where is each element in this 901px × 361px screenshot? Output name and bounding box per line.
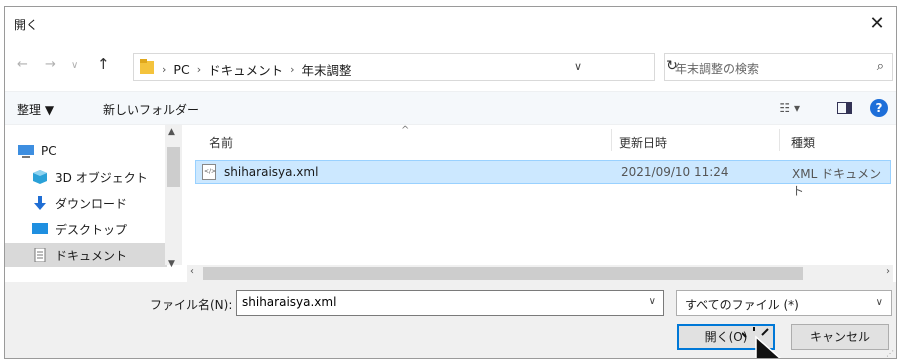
list-horizontal-scrollbar[interactable]: ‹ › bbox=[187, 265, 893, 282]
dialog-footer: ファイル名(N): ∨ すべてのファイル (*) ∨ 開く(O) キャンセル ⋰ bbox=[5, 282, 896, 358]
breadcrumb-year-end[interactable]: 年末調整 bbox=[302, 60, 352, 79]
dialog-title: 開く bbox=[14, 18, 39, 32]
folder-icon bbox=[140, 59, 154, 74]
back-arrow-icon[interactable]: ← bbox=[17, 57, 28, 72]
list-header: ^ 名前 更新日時 種類 bbox=[187, 125, 893, 155]
file-type: XML ドキュメント bbox=[792, 167, 882, 198]
file-modified: 2021/09/10 11:24 bbox=[621, 165, 729, 179]
chevron-right-icon: › bbox=[290, 63, 295, 76]
chevron-down-icon[interactable]: ∨ bbox=[649, 296, 656, 307]
forward-arrow-icon[interactable]: → bbox=[45, 57, 56, 72]
breadcrumb: › PC › ドキュメント › 年末調整 bbox=[162, 60, 352, 79]
column-header-modified[interactable]: 更新日時 bbox=[619, 134, 667, 151]
nav-item-label: ダウンロード bbox=[55, 196, 128, 211]
column-header-type[interactable]: 種類 bbox=[791, 134, 815, 151]
resize-grip-icon[interactable]: ⋰ bbox=[886, 349, 894, 358]
sort-up-icon: ^ bbox=[401, 125, 410, 136]
cancel-button[interactable]: キャンセル bbox=[791, 324, 889, 350]
nav-item-documents[interactable]: ドキュメント bbox=[5, 243, 167, 267]
cube-icon bbox=[33, 170, 47, 184]
download-icon bbox=[34, 196, 46, 210]
close-icon[interactable]: ✕ bbox=[866, 13, 888, 35]
title-bar: 開く ✕ bbox=[5, 7, 896, 41]
organize-button[interactable]: 整理 ▼ bbox=[17, 101, 54, 118]
nav-item-downloads[interactable]: ダウンロード bbox=[5, 191, 167, 215]
chevron-down-icon: ∨ bbox=[875, 297, 883, 308]
open-file-dialog: 開く ✕ ← → ∨ ↑ › PC › ドキュメント › 年末調整 ∨ 年末調整… bbox=[4, 6, 897, 359]
search-box[interactable]: 年末調整の検索 ⌕ bbox=[664, 53, 893, 81]
mouse-cursor-icon bbox=[742, 327, 781, 358]
nav-item-desktop[interactable]: デスクトップ bbox=[5, 217, 167, 241]
scroll-right-icon[interactable]: › bbox=[886, 266, 890, 277]
column-divider[interactable] bbox=[779, 129, 780, 151]
view-options-icon[interactable]: ☷ ▾ bbox=[779, 101, 800, 115]
xml-file-icon bbox=[202, 164, 216, 180]
document-icon bbox=[34, 248, 46, 262]
chevron-right-icon: › bbox=[196, 63, 202, 76]
command-toolbar: 整理 ▼ 新しいフォルダー ☷ ▾ ? bbox=[5, 91, 896, 125]
computer-icon bbox=[18, 145, 34, 158]
filetype-select[interactable]: すべてのファイル (*) ∨ bbox=[676, 290, 892, 316]
navigation-pane: PC 3D オブジェクト ダウンロード デスクトップ ドキュメント ▲ ▼ bbox=[5, 125, 185, 277]
scroll-up-icon[interactable]: ▲ bbox=[168, 127, 175, 137]
desktop-icon bbox=[32, 223, 48, 234]
recent-dropdown-icon[interactable]: ∨ bbox=[71, 60, 78, 71]
chevron-down-icon[interactable]: ∨ bbox=[574, 60, 582, 73]
breadcrumb-pc[interactable]: PC bbox=[173, 62, 189, 77]
file-name: shiharaisya.xml bbox=[224, 165, 319, 179]
chevron-right-icon: › bbox=[162, 63, 167, 76]
up-arrow-icon[interactable]: ↑ bbox=[97, 55, 110, 73]
nav-scrollbar[interactable]: ▲ ▼ bbox=[165, 125, 182, 269]
table-row[interactable]: shiharaisya.xml 2021/09/10 11:24 XML ドキュ… bbox=[195, 160, 891, 198]
filename-field[interactable]: ∨ bbox=[236, 290, 664, 316]
nav-item-3d-objects[interactable]: 3D オブジェクト bbox=[5, 165, 167, 189]
help-icon[interactable]: ? bbox=[870, 99, 888, 117]
new-folder-button[interactable]: 新しいフォルダー bbox=[103, 101, 199, 118]
nav-item-label: ドキュメント bbox=[55, 248, 128, 263]
scroll-left-icon[interactable]: ‹ bbox=[190, 266, 194, 277]
column-header-name[interactable]: 名前 bbox=[209, 134, 233, 151]
refresh-icon[interactable]: ↻ bbox=[659, 53, 685, 79]
filename-input[interactable] bbox=[237, 291, 617, 313]
search-icon[interactable]: ⌕ bbox=[877, 59, 884, 74]
address-row: ← → ∨ ↑ › PC › ドキュメント › 年末調整 ∨ 年末調整の検索 ⌕ bbox=[5, 47, 896, 87]
column-divider[interactable] bbox=[611, 129, 612, 151]
nav-item-label: デスクトップ bbox=[55, 222, 128, 237]
search-placeholder: 年末調整の検索 bbox=[675, 62, 760, 76]
filename-label: ファイル名(N): bbox=[150, 298, 233, 312]
address-bar[interactable]: › PC › ドキュメント › 年末調整 ∨ bbox=[133, 53, 655, 81]
filetype-value: すべてのファイル (*) bbox=[685, 298, 799, 312]
breadcrumb-documents[interactable]: ドキュメント bbox=[208, 60, 283, 79]
scroll-thumb[interactable] bbox=[203, 267, 803, 280]
preview-pane-icon[interactable] bbox=[837, 102, 852, 114]
scroll-thumb[interactable] bbox=[167, 147, 180, 187]
file-list: ^ 名前 更新日時 種類 shiharaisya.xml 2021/09/10 … bbox=[187, 125, 893, 265]
nav-item-label: PC bbox=[41, 144, 57, 158]
nav-item-label: 3D オブジェクト bbox=[55, 170, 148, 185]
nav-item-pc[interactable]: PC bbox=[5, 139, 167, 163]
scroll-down-icon[interactable]: ▼ bbox=[168, 259, 175, 269]
